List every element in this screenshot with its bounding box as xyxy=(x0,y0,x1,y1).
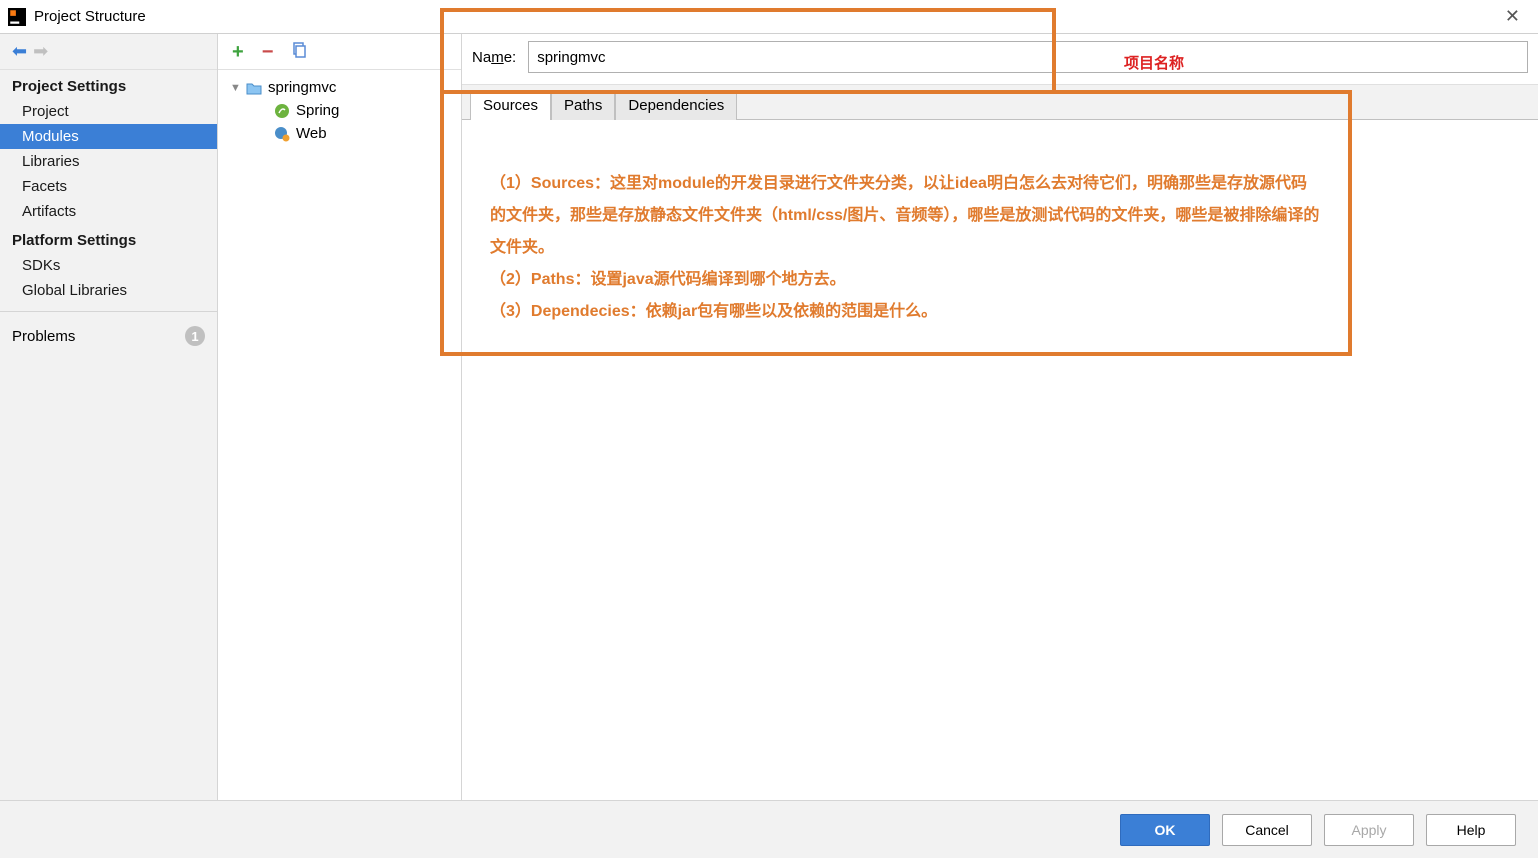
nav-arrows: ⬅ ➡ xyxy=(0,34,217,70)
window-title: Project Structure xyxy=(34,8,1495,25)
annotation-line2: （2）Paths：设置java源代码编译到哪个地方去。 xyxy=(490,264,1320,296)
name-input[interactable] xyxy=(528,41,1528,73)
sidebar-item-modules[interactable]: Modules xyxy=(0,124,217,149)
apply-button[interactable]: Apply xyxy=(1324,814,1414,846)
sidebar: ⬅ ➡ Project Settings Project Modules Lib… xyxy=(0,34,218,800)
tree-node-web[interactable]: Web xyxy=(226,122,453,145)
close-icon[interactable]: ✕ xyxy=(1495,6,1530,27)
spring-icon xyxy=(274,103,290,119)
add-module-icon[interactable]: + xyxy=(232,42,244,62)
module-tree: ▼ springmvc Spring Web xyxy=(218,70,461,151)
tree-node-label: Spring xyxy=(296,102,339,119)
module-toolbar: + − xyxy=(218,34,461,70)
sidebar-item-sdks[interactable]: SDKs xyxy=(0,253,217,278)
annotation-body: （1）Sources：这里对module的开发目录进行文件夹分类，以让idea明… xyxy=(490,168,1320,328)
project-settings-heading: Project Settings xyxy=(0,70,217,99)
annotation-name-hint: 项目名称 xyxy=(1124,52,1184,73)
tab-paths[interactable]: Paths xyxy=(551,90,615,120)
sidebar-item-project[interactable]: Project xyxy=(0,99,217,124)
annotation-line1: （1）Sources：这里对module的开发目录进行文件夹分类，以让idea明… xyxy=(490,168,1320,264)
app-icon xyxy=(8,8,26,26)
sidebar-item-artifacts[interactable]: Artifacts xyxy=(0,199,217,224)
problems-label: Problems xyxy=(12,328,75,345)
tab-sources[interactable]: Sources xyxy=(470,90,551,120)
name-row: Name: xyxy=(462,34,1538,74)
sidebar-item-libraries[interactable]: Libraries xyxy=(0,149,217,174)
titlebar: Project Structure ✕ xyxy=(0,0,1538,34)
tab-dependencies[interactable]: Dependencies xyxy=(615,90,737,120)
ok-button[interactable]: OK xyxy=(1120,814,1210,846)
tree-node-root[interactable]: ▼ springmvc xyxy=(226,76,453,99)
tree-node-label: springmvc xyxy=(268,79,336,96)
sidebar-item-global-libraries[interactable]: Global Libraries xyxy=(0,278,217,303)
chevron-down-icon[interactable]: ▼ xyxy=(230,82,240,94)
remove-module-icon[interactable]: − xyxy=(262,42,274,62)
platform-settings-heading: Platform Settings xyxy=(0,224,217,253)
back-icon[interactable]: ⬅ xyxy=(12,41,27,62)
tabs-row: Sources Paths Dependencies xyxy=(462,84,1538,120)
sidebar-item-problems[interactable]: Problems 1 xyxy=(0,320,217,352)
folder-icon xyxy=(246,80,262,96)
tree-node-label: Web xyxy=(296,125,327,142)
tree-node-spring[interactable]: Spring xyxy=(226,99,453,122)
cancel-button[interactable]: Cancel xyxy=(1222,814,1312,846)
content-panel: Name: 项目名称 Sources Paths Dependencies xyxy=(462,34,1538,800)
help-button[interactable]: Help xyxy=(1426,814,1516,846)
forward-icon[interactable]: ➡ xyxy=(33,41,48,62)
module-tree-panel: + − ▼ springmvc Spring Web xyxy=(218,34,462,800)
problems-badge: 1 xyxy=(185,326,205,346)
footer: OK Cancel Apply Help xyxy=(0,800,1538,858)
annotation-line3: （3）Dependecies：依赖jar包有哪些以及依赖的范围是什么。 xyxy=(490,296,1320,328)
copy-module-icon[interactable] xyxy=(291,42,307,62)
web-icon xyxy=(274,126,290,142)
divider xyxy=(0,311,217,312)
name-label: Name: xyxy=(472,49,516,66)
sidebar-item-facets[interactable]: Facets xyxy=(0,174,217,199)
